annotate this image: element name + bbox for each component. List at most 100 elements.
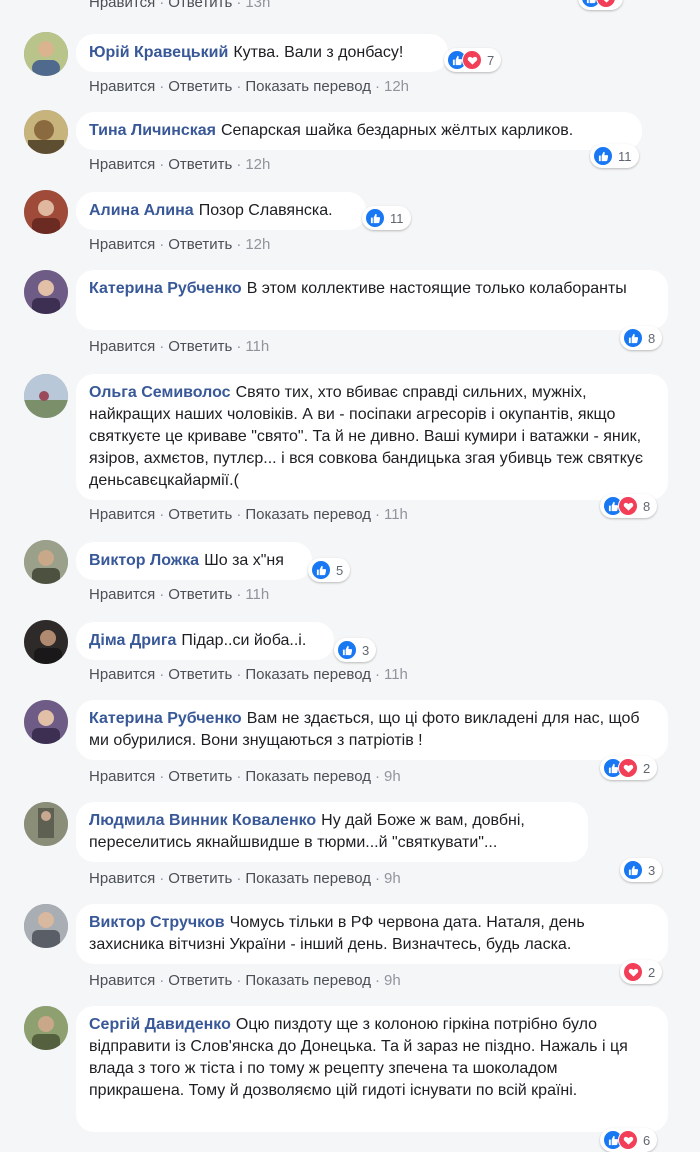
reactions-badge[interactable]: 6	[600, 1128, 658, 1152]
like-icon	[337, 640, 357, 660]
separator: ·	[159, 972, 165, 989]
reaction-count: 5	[336, 562, 344, 578]
avatar[interactable]	[24, 904, 68, 948]
avatar[interactable]	[24, 700, 68, 744]
separator: ·	[159, 338, 165, 355]
like-link[interactable]: Нравится	[89, 666, 155, 683]
separator: ·	[236, 768, 242, 785]
timestamp[interactable]: 11h	[384, 666, 408, 683]
reactions-badge[interactable]	[578, 0, 623, 10]
timestamp[interactable]: 11h	[245, 338, 269, 355]
translate-link[interactable]: Показать перевод	[245, 666, 371, 683]
reaction-count: 7	[487, 52, 495, 68]
reaction-count: 3	[648, 862, 656, 878]
reply-link[interactable]: Ответить	[168, 506, 232, 523]
reactions-badge[interactable]: 3	[620, 858, 663, 882]
reaction-count: 2	[643, 760, 651, 776]
love-icon	[618, 496, 638, 516]
comment-author[interactable]: Сергій Давиденко	[89, 1016, 231, 1033]
love-icon	[618, 758, 638, 778]
timestamp[interactable]: 9h	[384, 972, 401, 989]
comment-text: В этом коллективе настоящие только колаб…	[246, 280, 627, 297]
comment-author[interactable]: Катерина Рубченко	[89, 280, 242, 297]
comment-bubble: Тина Личинская Сепарская шайка бездарных …	[76, 112, 642, 150]
reactions-badge[interactable]: 11	[362, 206, 411, 230]
reply-link[interactable]: Ответить	[168, 78, 232, 95]
reply-link[interactable]: Ответить	[168, 586, 232, 603]
reaction-count: 11	[390, 210, 404, 226]
avatar[interactable]	[24, 374, 68, 418]
comment-author[interactable]: Катерина Рубченко	[89, 710, 242, 727]
comment-author[interactable]: Людмила Винник Коваленко	[89, 812, 316, 829]
comment-bubble: Діма Дрига Підар..си йоба..і.	[76, 622, 334, 660]
reaction-count: 6	[643, 1132, 651, 1148]
reactions-badge[interactable]: 5	[308, 558, 351, 582]
like-link[interactable]: Нравится	[89, 338, 155, 355]
reply-link[interactable]: Ответить	[168, 338, 232, 355]
reactions-badge[interactable]: 11	[590, 144, 639, 168]
timestamp[interactable]: 12h	[384, 78, 409, 95]
translate-link[interactable]: Показать перевод	[245, 870, 371, 887]
reactions-badge[interactable]: 8	[620, 326, 663, 350]
reactions-badge[interactable]: 2	[620, 960, 663, 984]
like-link[interactable]: Нравится	[89, 156, 155, 173]
like-link[interactable]: Нравится	[89, 768, 155, 785]
reply-link[interactable]: Ответить	[168, 666, 232, 683]
translate-link[interactable]: Показать перевод	[245, 972, 371, 989]
comment-author[interactable]: Діма Дрига	[89, 632, 176, 649]
avatar[interactable]	[24, 32, 68, 76]
reply-link[interactable]: Ответить	[168, 972, 232, 989]
reply-link[interactable]: Ответить	[168, 870, 232, 887]
timestamp[interactable]: 11h	[245, 586, 269, 603]
avatar[interactable]	[24, 110, 68, 154]
separator: ·	[236, 666, 242, 683]
timestamp[interactable]: 9h	[384, 768, 401, 785]
avatar[interactable]	[24, 620, 68, 664]
timestamp[interactable]: 9h	[384, 870, 401, 887]
timestamp[interactable]: 11h	[384, 506, 408, 523]
like-link[interactable]: Нравится	[89, 236, 155, 253]
comment-author[interactable]: Виктор Ложка	[89, 552, 199, 569]
avatar[interactable]	[24, 1006, 68, 1050]
avatar[interactable]	[24, 190, 68, 234]
reaction-count: 11	[618, 148, 632, 164]
love-icon	[596, 0, 616, 8]
like-icon	[593, 146, 613, 166]
comment-bubble: Сергій Давиденко Оцю пиздоту ще з колоною…	[76, 1006, 668, 1132]
avatar[interactable]	[24, 540, 68, 584]
like-link[interactable]: Нравится	[89, 586, 155, 603]
reactions-badge[interactable]: 2	[600, 756, 658, 780]
separator: ·	[374, 78, 380, 95]
avatar[interactable]	[24, 802, 68, 846]
separator: ·	[374, 870, 380, 887]
like-link[interactable]: Нравится	[89, 506, 155, 523]
comment-author[interactable]: Ольга Семиволос	[89, 384, 231, 401]
reactions-badge[interactable]: 7	[444, 48, 502, 72]
translate-link[interactable]: Показать перевод	[245, 768, 371, 785]
translate-link[interactable]: Показать перевод	[245, 506, 371, 523]
like-link[interactable]: Нравится	[89, 870, 155, 887]
like-icon	[623, 328, 643, 348]
reply-link[interactable]: Ответить	[168, 768, 232, 785]
love-icon	[623, 962, 643, 982]
reply-link[interactable]: Ответить	[168, 156, 232, 173]
like-link[interactable]: Нравится	[89, 972, 155, 989]
separator: ·	[236, 156, 242, 173]
reply-link[interactable]: Ответить	[168, 0, 232, 11]
avatar[interactable]	[24, 270, 68, 314]
timestamp[interactable]: 13h	[245, 0, 270, 11]
reactions-badge[interactable]: 3	[334, 638, 377, 662]
comment-author[interactable]: Тина Личинская	[89, 122, 216, 139]
timestamp[interactable]: 12h	[245, 236, 270, 253]
timestamp[interactable]: 12h	[245, 156, 270, 173]
comment-author[interactable]: Алина Алина	[89, 202, 194, 219]
translate-link[interactable]: Показать перевод	[245, 78, 371, 95]
comment-author[interactable]: Юрій Кравецький	[89, 44, 228, 61]
like-link[interactable]: Нравится	[89, 78, 155, 95]
reactions-badge[interactable]: 8	[600, 494, 658, 518]
like-link[interactable]: Нравится	[89, 0, 155, 11]
comment-author[interactable]: Виктор Стручков	[89, 914, 225, 931]
reply-link[interactable]: Ответить	[168, 236, 232, 253]
comment-bubble: Катерина Рубченко Вам не здається, що ці …	[76, 700, 668, 760]
separator: ·	[236, 870, 242, 887]
